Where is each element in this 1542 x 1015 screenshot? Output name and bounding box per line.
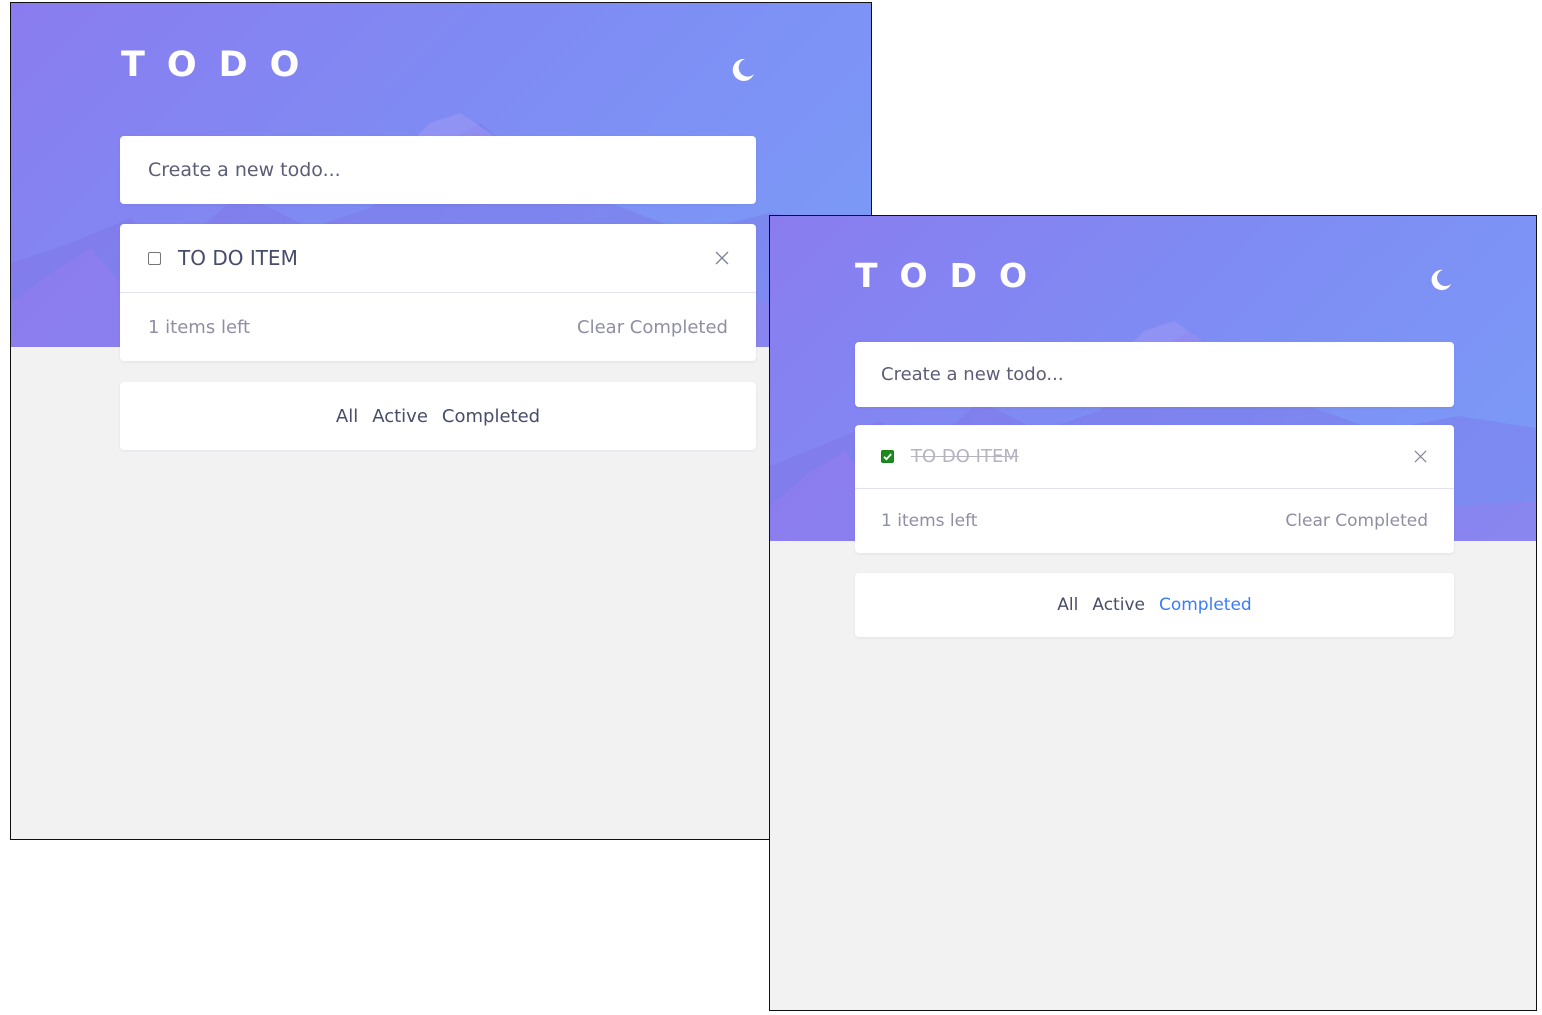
filter-all[interactable]: All xyxy=(1057,595,1078,615)
checkmark-icon xyxy=(883,453,892,461)
todo-text: TO DO ITEM xyxy=(178,246,298,270)
todo-checkbox[interactable] xyxy=(881,450,894,463)
delete-todo-button[interactable] xyxy=(712,248,732,268)
filter-bar: All Active Completed xyxy=(855,573,1454,637)
app-title: TODO xyxy=(855,256,1050,295)
items-left-count: 1 items left xyxy=(881,511,978,531)
theme-toggle-button[interactable] xyxy=(728,55,758,85)
new-todo-field[interactable] xyxy=(855,342,1454,407)
close-icon xyxy=(1413,450,1427,463)
theme-toggle-button[interactable] xyxy=(1426,265,1456,295)
todo-footer: 1 items left Clear Completed xyxy=(855,489,1454,553)
todo-checkbox[interactable] xyxy=(148,251,161,265)
moon-icon xyxy=(732,58,754,81)
clear-completed-button[interactable]: Clear Completed xyxy=(1285,511,1428,531)
todo-footer: 1 items left Clear Completed xyxy=(120,293,756,361)
delete-todo-button[interactable] xyxy=(1410,447,1430,467)
todo-item: TO DO ITEM xyxy=(855,425,1454,489)
todo-text: TO DO ITEM xyxy=(911,446,1019,467)
close-icon xyxy=(715,251,729,265)
moon-icon xyxy=(1431,269,1452,291)
new-todo-field[interactable] xyxy=(120,136,756,204)
filter-active[interactable]: Active xyxy=(1092,595,1145,615)
filter-bar: All Active Completed xyxy=(120,382,756,450)
app-title: TODO xyxy=(121,45,322,85)
todo-window-1: TODO TO DO ITEM 1 items left Clear Compl… xyxy=(10,2,872,840)
todo-window-2: TODO TO DO ITEM 1 items left Clear Compl… xyxy=(769,215,1537,1011)
filter-completed[interactable]: Completed xyxy=(442,406,540,427)
items-left-count: 1 items left xyxy=(148,316,251,338)
todo-item: TO DO ITEM xyxy=(120,224,756,293)
clear-completed-button[interactable]: Clear Completed xyxy=(577,317,728,338)
filter-active[interactable]: Active xyxy=(372,406,428,427)
new-todo-input[interactable] xyxy=(148,136,756,204)
filter-all[interactable]: All xyxy=(336,406,358,427)
new-todo-input[interactable] xyxy=(881,342,1454,407)
filter-completed[interactable]: Completed xyxy=(1159,595,1252,615)
